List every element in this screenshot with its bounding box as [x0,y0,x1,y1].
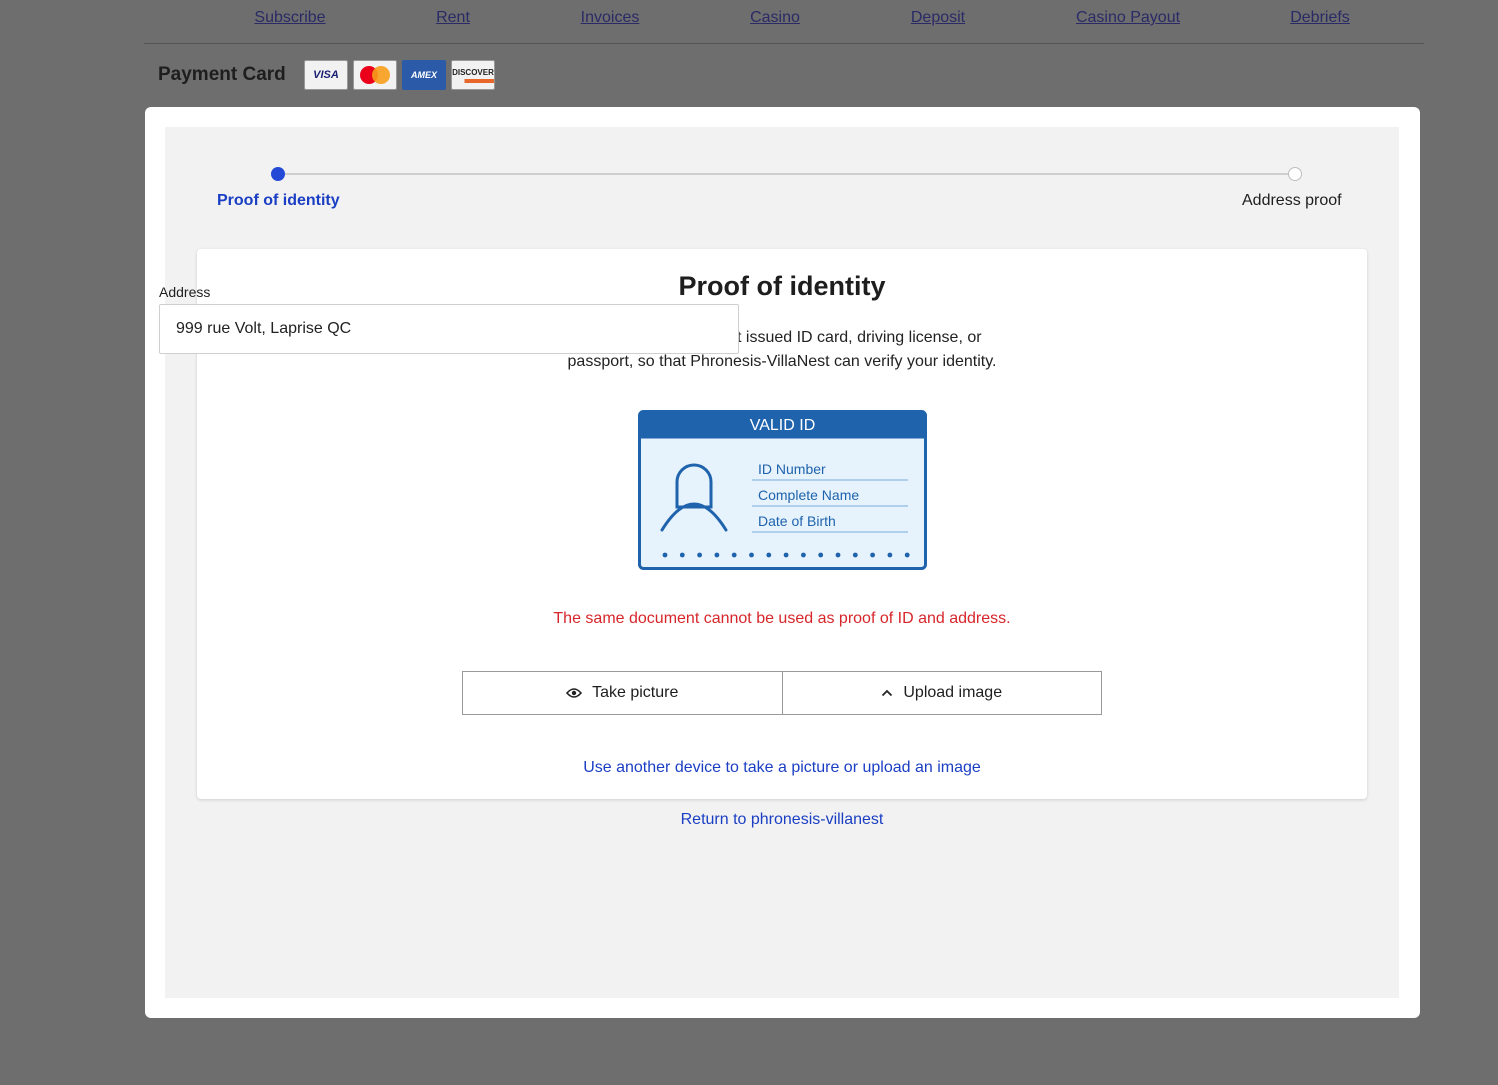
nav-divider [144,43,1424,44]
verification-modal-content: Proof of identity Address proof Proof of… [165,127,1399,998]
id-card-header: VALID ID [750,417,816,434]
mastercard-logo [353,60,397,90]
id-card-field-complete-name: Complete Name [758,487,859,503]
step-dot-address-proof [1288,167,1302,181]
address-label: Address [159,284,211,300]
verification-modal: Proof of identity Address proof Proof of… [145,107,1420,1018]
top-nav: Subscribe Rent Invoices Casino Deposit C… [0,0,1498,36]
discover-logo: DISCOVER [451,60,495,90]
return-link[interactable]: Return to phronesis-villanest [165,811,1399,829]
error-message: The same document cannot be used as proo… [553,610,1011,627]
card-brand-logos: VISA AMEX DISCOVER [304,60,495,90]
nav-link-invoices[interactable]: Invoices [581,9,640,27]
discover-logo-text: DISCOVER [452,67,494,77]
nav-link-deposit[interactable]: Deposit [911,9,965,27]
panel-title: Proof of identity [678,271,886,301]
upload-image-label: Upload image [903,684,1003,701]
chevron-up-icon [881,689,893,697]
id-card-field-date-of-birth: Date of Birth [758,513,836,529]
take-picture-button[interactable]: Take picture [462,671,783,715]
take-picture-label: Take picture [592,684,679,701]
stepper-track [278,173,1294,175]
eye-icon [566,687,583,699]
upload-image-button[interactable]: Upload image [782,671,1102,715]
nav-link-subscribe[interactable]: Subscribe [254,9,325,27]
nav-link-debriefs[interactable]: Debriefs [1290,9,1350,27]
id-card-illustration: VALID ID ID Number Complete Name Date of… [638,410,927,570]
capture-button-group: Take picture Upload image [462,671,1102,715]
visa-logo: VISA [304,60,348,90]
nav-link-rent[interactable]: Rent [436,9,470,27]
step-dot-proof-of-identity [271,167,285,181]
id-card-field-id-number: ID Number [758,461,826,477]
use-another-device-link[interactable]: Use another device to take a picture or … [197,759,1367,777]
nav-link-casino[interactable]: Casino [750,9,800,27]
payment-card-title: Payment Card [158,64,286,85]
step-label-address-proof: Address proof [1242,192,1342,209]
id-card-mrz-dots [662,552,910,558]
nav-link-casino-payout[interactable]: Casino Payout [1076,9,1180,27]
step-label-proof-of-identity: Proof of identity [217,192,340,209]
amex-logo: AMEX [402,60,446,90]
address-input[interactable] [159,304,739,354]
